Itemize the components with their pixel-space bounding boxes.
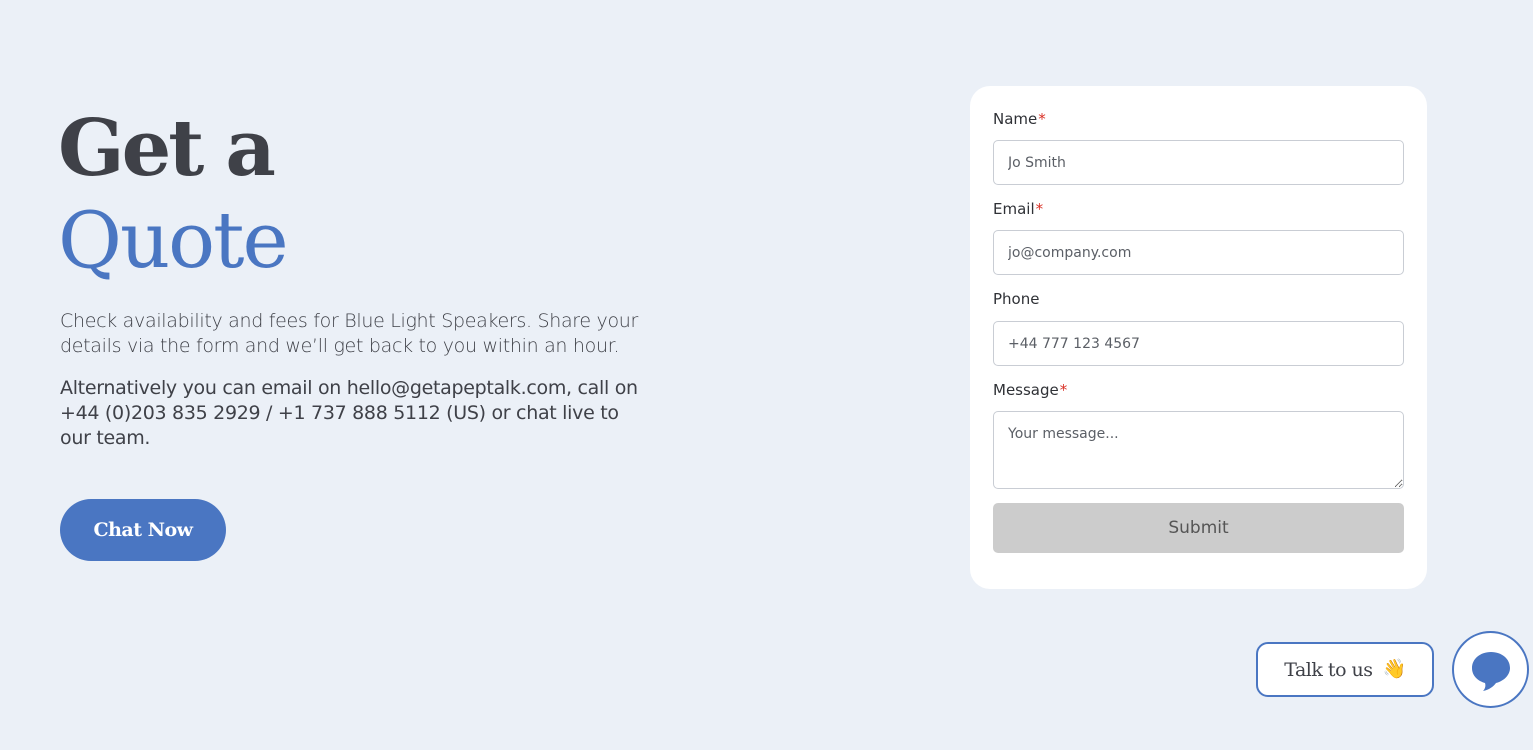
required-marker: * — [1038, 110, 1046, 128]
phone-label: Phone — [993, 290, 1039, 308]
talk-to-us-label: Talk to us — [1284, 658, 1373, 681]
name-input[interactable] — [993, 140, 1404, 185]
waving-hand-icon: 👋 — [1382, 658, 1407, 680]
submit-button[interactable]: Submit — [993, 503, 1404, 553]
talk-to-us-button[interactable]: Talk to us 👋 — [1256, 642, 1434, 697]
message-label-text: Message — [993, 381, 1059, 399]
email-label: Email* — [993, 200, 1043, 218]
phone-input[interactable] — [993, 321, 1404, 366]
chat-launcher-button[interactable] — [1452, 631, 1529, 708]
title-line-2: Quote — [58, 196, 289, 286]
name-label: Name* — [993, 110, 1046, 128]
required-marker: * — [1035, 200, 1044, 218]
name-label-text: Name — [993, 110, 1038, 128]
email-input[interactable] — [993, 230, 1404, 275]
chat-now-button[interactable]: Chat Now — [60, 499, 226, 561]
quote-page: Get a Quote Check availability and fees … — [0, 0, 1533, 750]
required-marker: * — [1059, 381, 1068, 399]
quote-form: Name* Email* Phone Message* Submit — [970, 86, 1427, 589]
message-textarea[interactable] — [993, 411, 1404, 489]
contact-text: Alternatively you can email on hello@get… — [60, 377, 638, 449]
page-title: Get a Quote — [58, 103, 289, 287]
email-label-text: Email — [993, 200, 1035, 218]
chat-bubble-icon — [1471, 651, 1510, 691]
phone-label-text: Phone — [993, 290, 1040, 308]
message-label: Message* — [993, 381, 1067, 399]
intro-text: Check availability and fees for Blue Lig… — [60, 310, 639, 357]
title-line-1: Get a — [58, 103, 276, 194]
